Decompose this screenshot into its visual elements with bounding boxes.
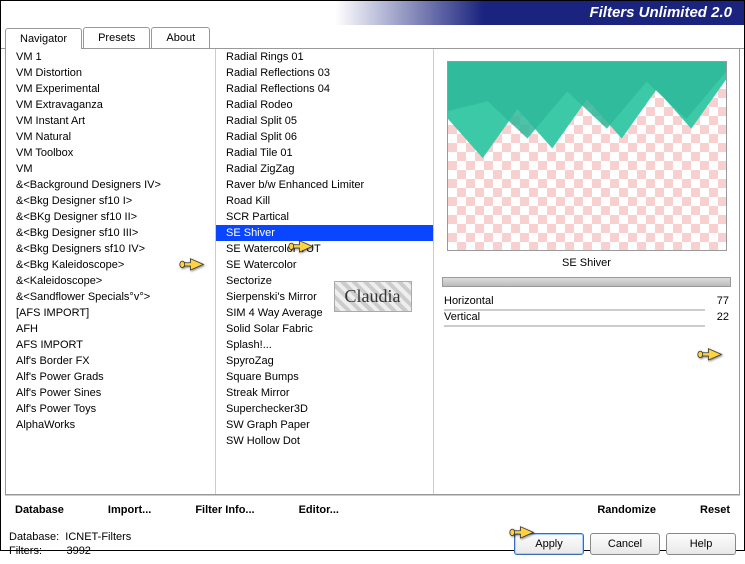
category-item[interactable]: VM Experimental	[6, 81, 215, 97]
category-item[interactable]: &<Sandflower Specials°v°>	[6, 289, 215, 305]
filter-item[interactable]: Splash!...	[216, 337, 433, 353]
category-item[interactable]: Alf's Power Toys	[6, 401, 215, 417]
category-item[interactable]: Alf's Power Grads	[6, 369, 215, 385]
category-item[interactable]: Alf's Border FX	[6, 353, 215, 369]
category-item[interactable]: &<Bkg Designer sf10 I>	[6, 193, 215, 209]
filter-item[interactable]: Streak Mirror	[216, 385, 433, 401]
category-item[interactable]: VM Extravaganza	[6, 97, 215, 113]
category-item[interactable]: AlphaWorks	[6, 417, 215, 433]
db-value: ICNET-Filters	[65, 531, 131, 543]
filter-item[interactable]: Square Bumps	[216, 369, 433, 385]
preview-image	[447, 61, 727, 251]
randomize-button[interactable]: Randomize	[593, 502, 660, 518]
filter-item[interactable]: SE Watercolor TUT	[216, 241, 433, 257]
slider-horizontal-value: 77	[717, 295, 729, 307]
filter-item[interactable]: Superchecker3D	[216, 401, 433, 417]
reset-button[interactable]: Reset	[696, 502, 734, 518]
title-bar: Filters Unlimited 2.0	[1, 1, 744, 25]
filters-label: Filters:	[9, 545, 42, 557]
slider-horizontal[interactable]: Horizontal 77	[438, 293, 735, 309]
filter-item[interactable]: Radial Tile 01	[216, 145, 433, 161]
category-item[interactable]: VM Natural	[6, 129, 215, 145]
current-filter-name: SE Shiver	[438, 251, 735, 275]
category-item[interactable]: &<Bkg Designers sf10 IV>	[6, 241, 215, 257]
tab-strip: Navigator Presets About	[1, 27, 744, 49]
category-item[interactable]: VM 1	[6, 49, 215, 65]
category-item[interactable]: &<Background Designers IV>	[6, 177, 215, 193]
filter-item[interactable]: Radial ZigZag	[216, 161, 433, 177]
filter-item[interactable]: SCR Partical	[216, 209, 433, 225]
category-item[interactable]: &<Bkg Designer sf10 III>	[6, 225, 215, 241]
filter-item[interactable]: Radial Split 06	[216, 129, 433, 145]
filter-item[interactable]: Road Kill	[216, 193, 433, 209]
category-item[interactable]: &<Bkg Kaleidoscope>	[6, 257, 215, 273]
help-button[interactable]: Help	[666, 533, 736, 555]
slider-horizontal-label: Horizontal	[444, 295, 494, 307]
footer: Database: ICNET-Filters Filters: 3992 Ap…	[1, 524, 744, 564]
filter-item[interactable]: Radial Rodeo	[216, 97, 433, 113]
filters-value: 3992	[66, 545, 90, 557]
slider-vertical[interactable]: Vertical 22	[438, 309, 735, 325]
category-item[interactable]: VM Distortion	[6, 65, 215, 81]
database-button[interactable]: Database	[11, 502, 68, 518]
category-item[interactable]: VM Instant Art	[6, 113, 215, 129]
toolbar: Database Import... Filter Info... Editor…	[5, 495, 740, 524]
filter-item[interactable]: Radial Reflections 04	[216, 81, 433, 97]
tab-about[interactable]: About	[151, 27, 210, 48]
category-item[interactable]: Alf's Power Sines	[6, 385, 215, 401]
filter-item[interactable]: Solid Solar Fabric	[216, 321, 433, 337]
slider-vertical-value: 22	[717, 311, 729, 323]
filter-item[interactable]: SpyroZag	[216, 353, 433, 369]
filter-item[interactable]: SW Graph Paper	[216, 417, 433, 433]
category-item[interactable]: AFH	[6, 321, 215, 337]
apply-button[interactable]: Apply	[514, 533, 584, 555]
filter-item[interactable]: Radial Rings 01	[216, 49, 433, 65]
import-button[interactable]: Import...	[104, 502, 155, 518]
editor-button[interactable]: Editor...	[295, 502, 343, 518]
category-item[interactable]: [AFS IMPORT]	[6, 305, 215, 321]
filter-item[interactable]: SE Shiver	[216, 225, 433, 241]
filter-item[interactable]: Raver b/w Enhanced Limiter	[216, 177, 433, 193]
category-item[interactable]: &<BKg Designer sf10 II>	[6, 209, 215, 225]
filter-item[interactable]: SE Watercolor	[216, 257, 433, 273]
filter-list[interactable]: Radial Rings 01Radial Reflections 03Radi…	[216, 49, 434, 494]
filter-item[interactable]: Radial Split 05	[216, 113, 433, 129]
category-item[interactable]: VM Toolbox	[6, 145, 215, 161]
param-header	[442, 277, 731, 287]
cancel-button[interactable]: Cancel	[590, 533, 660, 555]
footer-info: Database: ICNET-Filters Filters: 3992	[9, 530, 131, 558]
filter-info-button[interactable]: Filter Info...	[191, 502, 258, 518]
category-item[interactable]: &<Kaleidoscope>	[6, 273, 215, 289]
slider-vertical-label: Vertical	[444, 311, 480, 323]
category-item[interactable]: VM	[6, 161, 215, 177]
db-label: Database:	[9, 531, 59, 543]
filter-item[interactable]: SW Hollow Dot	[216, 433, 433, 449]
tab-presets[interactable]: Presets	[83, 27, 150, 48]
category-item[interactable]: AFS IMPORT	[6, 337, 215, 353]
app-title: Filters Unlimited 2.0	[589, 4, 732, 21]
tab-navigator[interactable]: Navigator	[5, 28, 82, 49]
category-list[interactable]: VM 1VM DistortionVM ExperimentalVM Extra…	[6, 49, 216, 494]
preview-panel: Claudia SE Shiver Horizontal 77 Vertical…	[434, 49, 739, 494]
filter-item[interactable]: Radial Reflections 03	[216, 65, 433, 81]
